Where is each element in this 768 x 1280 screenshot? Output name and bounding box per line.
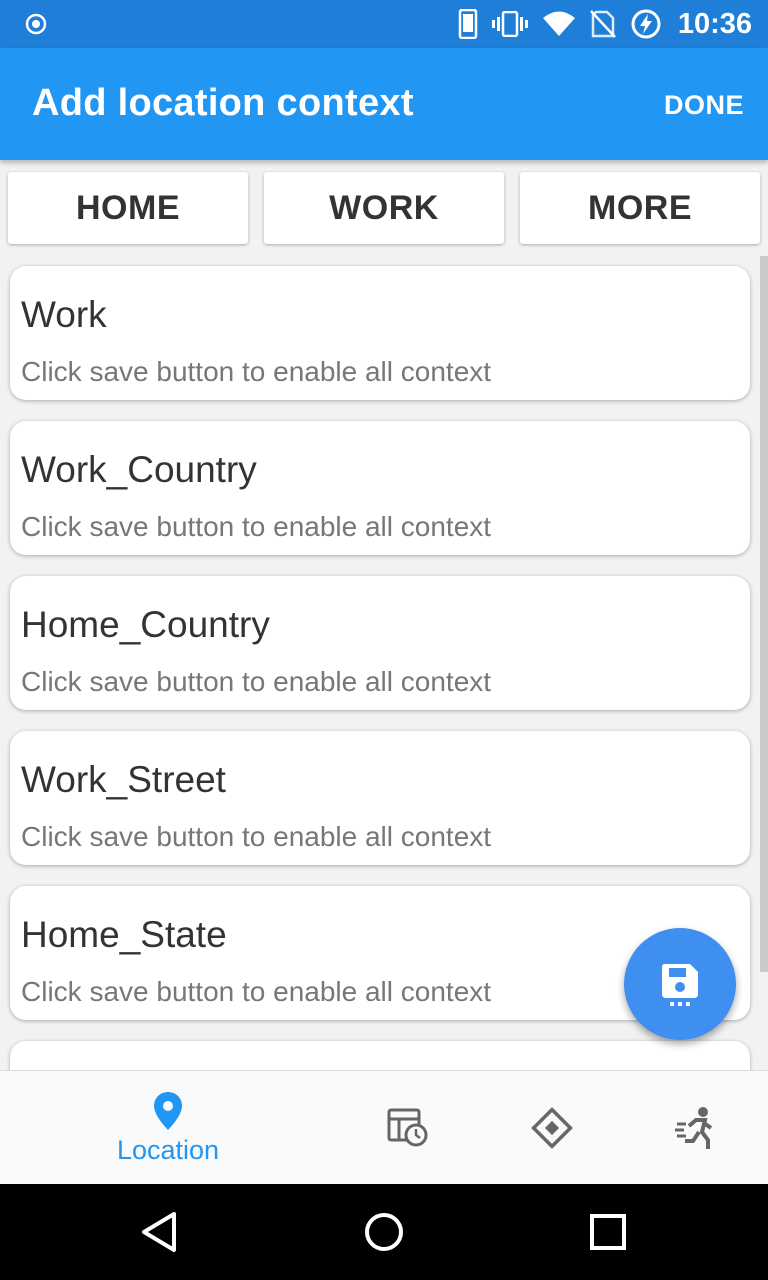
list-item[interactable]: Work_Street Click save button to enable … — [10, 731, 750, 865]
calendar-clock-icon — [387, 1108, 428, 1147]
save-fab-button[interactable] — [624, 928, 736, 1040]
nav-schedule[interactable] — [368, 1071, 448, 1185]
home-button[interactable]: HOME — [8, 172, 248, 244]
context-subtitle: Click save button to enable all context — [21, 666, 492, 697]
status-bar: 10:36 — [0, 0, 768, 48]
scrollbar[interactable] — [760, 256, 768, 972]
location-pin-icon — [154, 1091, 182, 1130]
charging-icon — [631, 9, 661, 39]
diamond-direction-icon — [531, 1107, 573, 1149]
nav-activity[interactable] — [656, 1071, 736, 1185]
record-icon — [25, 13, 47, 35]
recents-icon[interactable] — [584, 1208, 632, 1256]
back-icon[interactable] — [136, 1208, 184, 1256]
app-bar: Add location context DONE — [0, 48, 768, 160]
list-item[interactable]: Work Click save button to enable all con… — [10, 266, 750, 400]
context-subtitle: Click save button to enable all context — [21, 821, 492, 852]
phone-icon — [458, 9, 478, 39]
work-button[interactable]: WORK — [264, 172, 504, 244]
save-icon — [662, 964, 698, 1006]
context-title: Work_Street — [21, 759, 226, 800]
context-title: Home_State — [21, 914, 227, 955]
context-subtitle: Click save button to enable all context — [21, 511, 492, 542]
context-title: Work_Country — [21, 449, 257, 490]
nav-directions[interactable] — [512, 1071, 592, 1185]
page-title: Add location context — [32, 82, 414, 124]
no-sim-icon — [589, 10, 616, 38]
context-title: Work — [21, 294, 107, 335]
vibrate-icon — [491, 11, 528, 37]
bottom-navigation: Location — [0, 1070, 768, 1185]
home-icon[interactable] — [360, 1208, 408, 1256]
list-item[interactable]: Home_Country Click save button to enable… — [10, 576, 750, 710]
nav-location-label: Location — [116, 1134, 220, 1165]
done-button[interactable]: DONE — [664, 90, 744, 121]
list-item[interactable]: Work_Country Click save button to enable… — [10, 421, 750, 555]
nav-location[interactable]: Location — [88, 1071, 248, 1185]
context-type-buttons: HOME WORK MORE — [0, 172, 768, 244]
context-title: Home_Country — [21, 604, 270, 645]
context-subtitle: Click save button to enable all context — [21, 976, 492, 1007]
wifi-icon — [542, 11, 575, 36]
running-person-icon — [675, 1107, 713, 1149]
system-navigation-bar — [0, 1184, 768, 1280]
more-button[interactable]: MORE — [520, 172, 760, 244]
list-item-partial[interactable] — [10, 1041, 750, 1070]
context-subtitle: Click save button to enable all context — [21, 356, 492, 387]
status-time: 10:36 — [677, 7, 752, 40]
